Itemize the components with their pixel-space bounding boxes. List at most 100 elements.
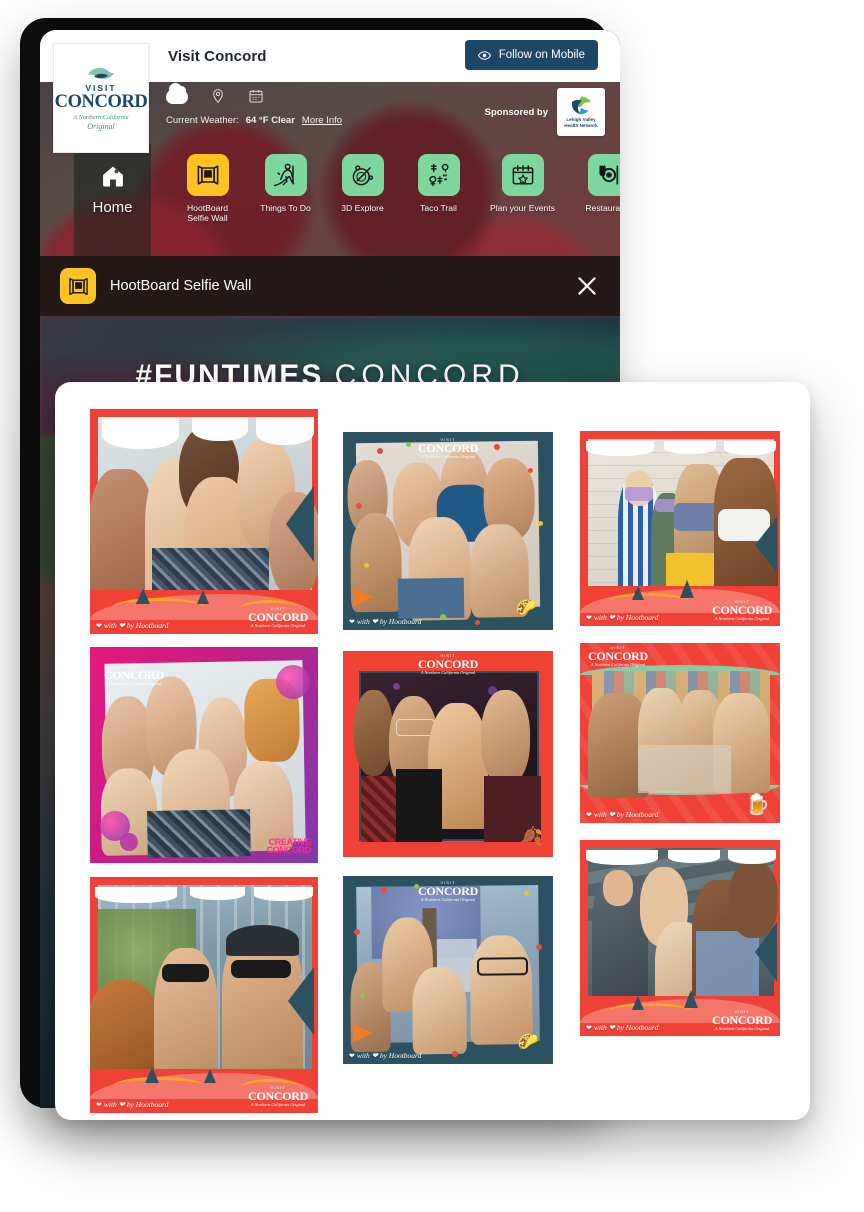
taco-sticker-p6: 🌮 bbox=[517, 1032, 539, 1051]
photo-image-p9 bbox=[588, 848, 778, 1015]
taco-sticker-p4: 🌮 bbox=[515, 598, 537, 617]
follow-on-mobile-button[interactable]: Follow on Mobile bbox=[464, 40, 598, 70]
compass-icon bbox=[352, 165, 373, 186]
hiker-icon bbox=[273, 163, 294, 187]
nav-tile-restaurants bbox=[587, 154, 620, 196]
close-icon[interactable] bbox=[574, 273, 600, 299]
photo-watermark-p6: ❤ with ❤ by Hootboard bbox=[349, 1051, 422, 1060]
screenshot-root: Visit Concord Follow on Mobile VISIT CON… bbox=[0, 0, 864, 1212]
selfie-wall-icon bbox=[197, 165, 218, 185]
nav-item-restaurants[interactable]: Restaurants bbox=[570, 144, 620, 256]
photo-logo-p8: VISIT CONCORD A Northern California Orig… bbox=[588, 645, 648, 667]
photo-watermark-p9: ❤ with ❤ by Hootboard bbox=[586, 1023, 659, 1032]
weather-more-info-link[interactable]: More Info bbox=[302, 115, 342, 126]
weather-value: 64 °F Clear bbox=[245, 115, 295, 126]
weather-label: Current Weather: bbox=[166, 115, 239, 126]
logo-tagline-2: Original bbox=[87, 122, 115, 132]
photo-card-p2[interactable]: VISIT CONCORD A Northern California Orig… bbox=[90, 647, 318, 863]
photo-image-p7 bbox=[588, 439, 778, 602]
trail-map-icon bbox=[428, 163, 448, 187]
nav-tile-hootboard-selfie-wall bbox=[186, 154, 229, 196]
photo-watermark-p3: ❤ with ❤ by Hootboard bbox=[96, 1100, 169, 1109]
home-icon bbox=[102, 166, 123, 187]
nav-label-home: Home bbox=[92, 199, 133, 216]
photo-column-1: ❤ with ❤ by Hootboard VISIT CONCORD A Nor… bbox=[90, 409, 318, 1113]
nav-item-hootboard-selfie-wall[interactable]: HootBoard Selfie Wall bbox=[169, 144, 246, 256]
photo-logo-p1: VISIT CONCORD A Northern California Orig… bbox=[248, 605, 308, 628]
photo-image-p2 bbox=[100, 660, 306, 859]
photo-logo-p5: VISIT CONCORD A Northern California Orig… bbox=[418, 653, 478, 675]
sponsored-by-label: Sponsored by bbox=[484, 106, 548, 118]
photo-card-p1[interactable]: ❤ with ❤ by Hootboard VISIT CONCORD A Nor… bbox=[90, 409, 318, 634]
photo-card-p7[interactable]: ❤ with ❤ by Hootboard VISIT CONCORD A Nor… bbox=[580, 431, 780, 626]
sponsor-logo-card[interactable]: Lehigh Valley Health Network bbox=[557, 88, 605, 136]
nav-label-restaurants: Restaurants bbox=[585, 203, 620, 213]
photo-image-p8 bbox=[588, 671, 770, 799]
selfie-wall-header-title: HootBoard Selfie Wall bbox=[110, 278, 252, 294]
photo-card-p3[interactable]: ❤ with ❤ by Hootboard VISIT CONCORD A Nor… bbox=[90, 877, 318, 1113]
logo-tagline-1: A Northern California bbox=[73, 113, 129, 121]
visit-concord-logo: VISIT CONCORD A Northern California Orig… bbox=[53, 43, 149, 153]
nav-label-things-to-do: Things To Do bbox=[260, 203, 311, 213]
photo-watermark-p7: ❤ with ❤ by Hootboard bbox=[586, 613, 659, 622]
photo-logo-p2: VISIT CONCORD A Northern California Orig… bbox=[104, 664, 164, 686]
nav-tile-3d-explore bbox=[341, 154, 384, 196]
photo-image-p6 bbox=[349, 885, 540, 1055]
lehigh-valley-logo-icon bbox=[572, 96, 591, 115]
nav-label-3d-explore: 3D Explore bbox=[341, 203, 384, 213]
selfie-wall-icon bbox=[68, 277, 88, 295]
photo-card-p6[interactable]: 🌮 VISIT CONCORD A Northern California Or… bbox=[343, 876, 553, 1064]
photo-image-p1 bbox=[90, 417, 318, 616]
nav-item-plan-your-events[interactable]: Plan your Events bbox=[484, 144, 561, 256]
nav-item-things-to-do[interactable]: Things To Do bbox=[247, 144, 324, 256]
creative-concord-badge-p2: CREATIVE CONCORD bbox=[266, 836, 312, 856]
photo-column-2: 🌮 VISIT CONCORD A Northern California Or… bbox=[343, 432, 553, 1064]
selfie-wall-header-icon-tile bbox=[60, 268, 96, 304]
photo-logo-p3: VISIT CONCORD A Northern California Orig… bbox=[248, 1084, 308, 1107]
photo-image-p5 bbox=[353, 671, 541, 843]
photo-logo-p6: VISIT CONCORD A Northern California Orig… bbox=[418, 880, 478, 902]
sponsor-block: Sponsored by Lehigh Valley Health Networ… bbox=[485, 88, 605, 136]
follow-on-mobile-label: Follow on Mobile bbox=[498, 49, 585, 61]
nav-item-home[interactable]: Home bbox=[74, 144, 151, 256]
photo-logo-p7: VISIT CONCORD A Northern California Orig… bbox=[712, 598, 772, 621]
nav-tile-things-to-do bbox=[264, 154, 307, 196]
photo-card-p4[interactable]: 🌮 VISIT CONCORD A Northern California Or… bbox=[343, 432, 553, 630]
nav-item-3d-explore[interactable]: 3D Explore bbox=[324, 144, 401, 256]
photo-watermark-p4: ❤ with ❤ by Hootboard bbox=[349, 617, 422, 626]
nav-label-taco-trail: Taco Trail bbox=[420, 203, 457, 213]
map-pin-icon[interactable] bbox=[210, 88, 226, 104]
photo-image-p4 bbox=[346, 440, 541, 621]
nav-label-plan-your-events: Plan your Events bbox=[490, 203, 555, 213]
photo-watermark-p1: ❤ with ❤ by Hootboard bbox=[96, 621, 169, 630]
nav-tile-taco-trail bbox=[417, 154, 460, 196]
selfie-wall-header: HootBoard Selfie Wall bbox=[40, 256, 620, 316]
photo-card-p9[interactable]: ❤ with ❤ by Hootboard VISIT CONCORD A Nor… bbox=[580, 840, 780, 1036]
dining-icon bbox=[598, 165, 618, 185]
kiosk-nav: Home HootBoard Selfie Wall Things To Do … bbox=[40, 144, 620, 256]
photo-logo-p9: VISIT CONCORD A Northern California Orig… bbox=[712, 1008, 772, 1031]
photo-grid: ❤ with ❤ by Hootboard VISIT CONCORD A Nor… bbox=[90, 409, 780, 1113]
calendar-star-icon bbox=[512, 165, 533, 185]
beer-sticker-p8: 🍺 bbox=[745, 794, 770, 816]
photo-card-p5[interactable]: 🍂 VISIT CONCORD A Northern California Or… bbox=[343, 651, 553, 857]
cloud-icon bbox=[166, 82, 188, 104]
nav-item-taco-trail[interactable]: Taco Trail bbox=[400, 144, 477, 256]
eye-icon bbox=[477, 50, 491, 60]
weather-readout: Current Weather: 64 °F Clear More Info bbox=[166, 115, 342, 126]
sponsor-name-label: Lehigh Valley Health Network bbox=[564, 117, 598, 128]
nav-tile-plan-your-events bbox=[501, 154, 544, 196]
photo-logo-p4: VISIT CONCORD A Northern California Orig… bbox=[418, 437, 478, 459]
calendar-icon[interactable] bbox=[248, 88, 264, 104]
photo-card-p8[interactable]: 🍺 VISIT CONCORD A Northern California Or… bbox=[580, 643, 780, 823]
photo-column-3: ❤ with ❤ by Hootboard VISIT CONCORD A Nor… bbox=[580, 431, 780, 1036]
selfie-wall-photo-card: ❤ with ❤ by Hootboard VISIT CONCORD A Nor… bbox=[55, 382, 810, 1120]
logo-name-text: CONCORD bbox=[54, 91, 148, 112]
wave-icon bbox=[88, 67, 114, 79]
weather-icon-group bbox=[166, 82, 264, 104]
page-title: Visit Concord bbox=[168, 47, 267, 65]
leaf-sticker-p5: 🍂 bbox=[520, 826, 543, 846]
photo-image-p3 bbox=[90, 885, 312, 1095]
nav-label-hootboard-selfie-wall: HootBoard Selfie Wall bbox=[186, 203, 229, 224]
photo-watermark-p8: ❤ with ❤ by Hootboard bbox=[586, 810, 659, 819]
